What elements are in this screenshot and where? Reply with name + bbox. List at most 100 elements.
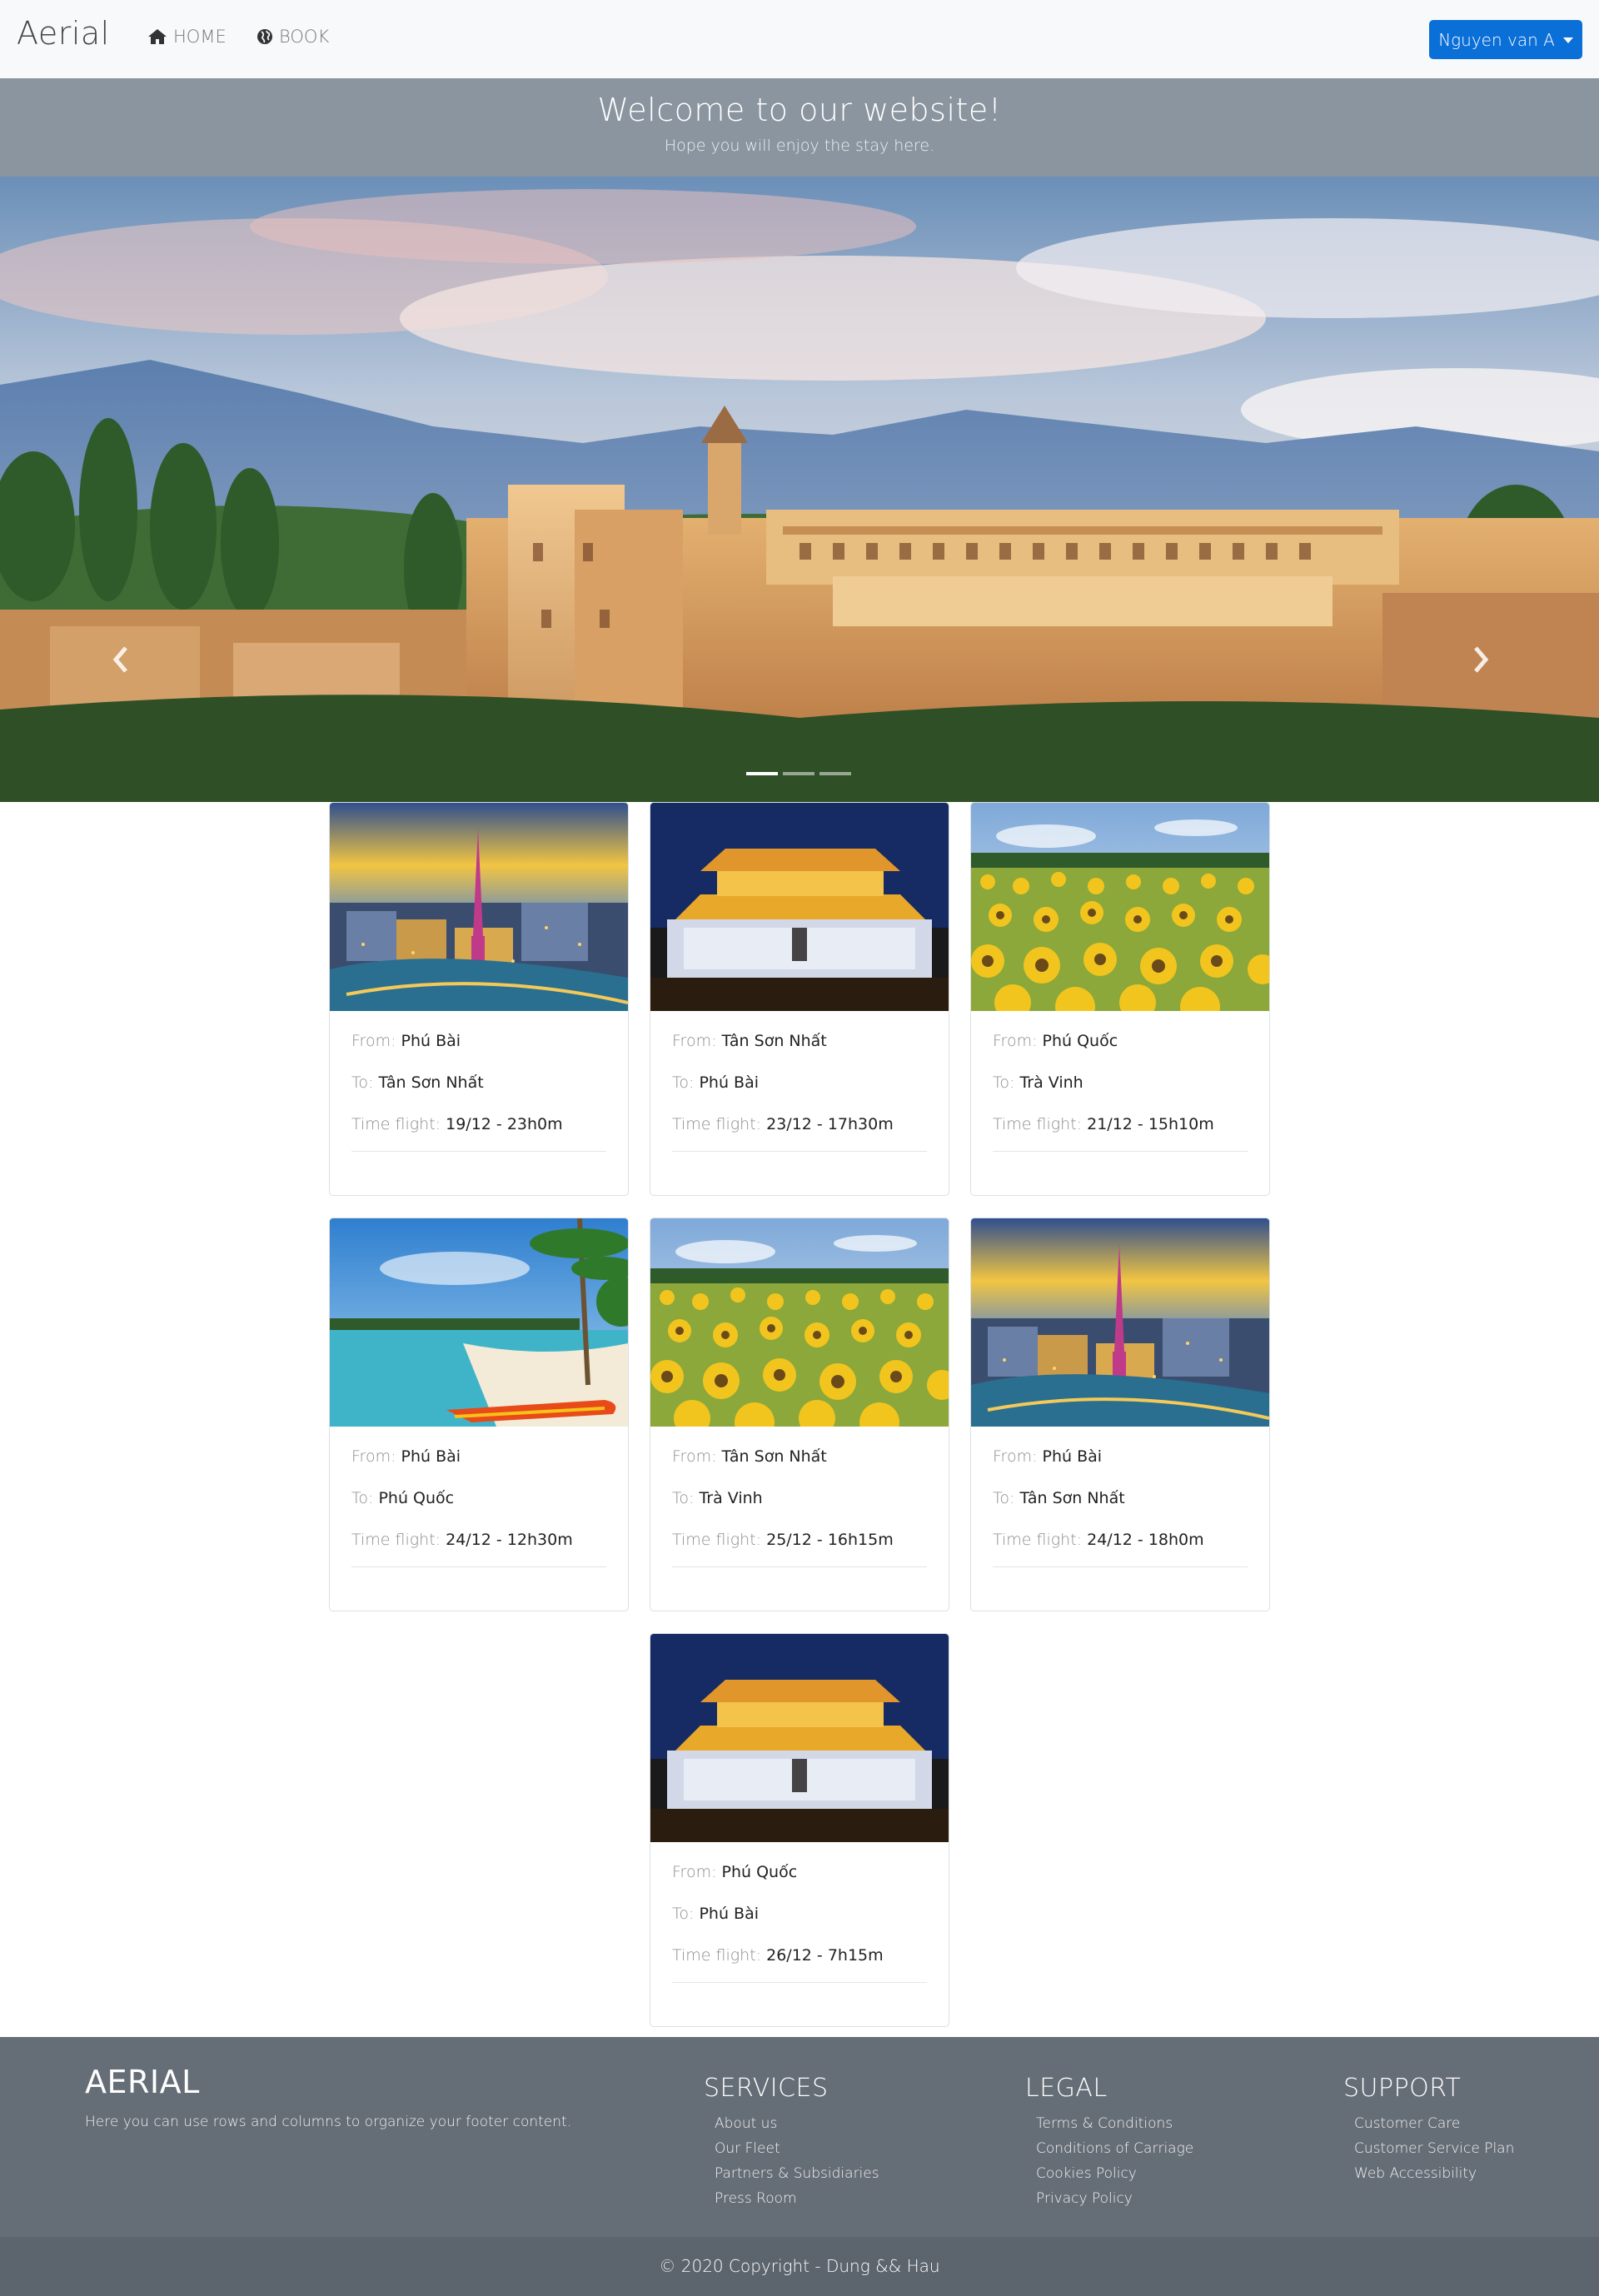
footer-support: SUPPORT Customer Care Customer Service P… xyxy=(1343,2074,1514,2186)
carousel-next-icon[interactable] xyxy=(1467,643,1492,676)
flight-to: To: Phú Bài xyxy=(672,1904,927,1924)
footer-services-title: SERVICES xyxy=(704,2074,829,2103)
flight-card[interactable]: From: Phú Bài To: Phú Quốc Time flight: 24… xyxy=(329,1218,629,1611)
to-value: Trà Vinh xyxy=(699,1489,763,1507)
hero-carousel[interactable] xyxy=(0,177,1599,802)
to-label: To: xyxy=(993,1073,1020,1092)
from-label: From: xyxy=(672,1447,722,1466)
footer-link[interactable]: Cookies Policy xyxy=(1036,2161,1193,2186)
time-value: 23/12 - 17h30m xyxy=(766,1115,894,1133)
footer-link[interactable]: Web Accessibility xyxy=(1354,2161,1514,2186)
time-value: 24/12 - 18h0m xyxy=(1087,1531,1204,1549)
flight-time: Time flight: 24/12 - 18h0m xyxy=(993,1530,1248,1550)
footer-description: Here you can use rows and columns to org… xyxy=(85,2114,572,2130)
card-divider xyxy=(993,1151,1248,1152)
flight-to: To: Trà Vinh xyxy=(993,1073,1248,1093)
footer-legal: LEGAL Terms & Conditions Conditions of C… xyxy=(1025,2074,1193,2211)
user-dropdown-button[interactable]: Nguyen van A xyxy=(1429,20,1582,59)
card-divider xyxy=(993,1566,1248,1567)
from-value: Phú Bài xyxy=(401,1032,461,1050)
from-label: From: xyxy=(672,1863,722,1881)
to-value: Phú Bài xyxy=(699,1905,759,1923)
footer-link[interactable]: Terms & Conditions xyxy=(1036,2111,1193,2136)
flight-from: From: Phú Quốc xyxy=(993,1031,1248,1051)
nav-book-link[interactable]: BOOK xyxy=(257,27,329,47)
footer-link[interactable]: Privacy Policy xyxy=(1036,2186,1193,2211)
footer: AERIAL Here you can use rows and columns… xyxy=(0,2037,1599,2237)
footer-link[interactable]: Customer Care xyxy=(1354,2111,1514,2136)
from-label: From: xyxy=(672,1032,722,1050)
card-divider xyxy=(672,1566,927,1567)
globe-icon xyxy=(257,29,272,44)
nav-home-link[interactable]: HOME xyxy=(147,27,227,47)
flight-card-image xyxy=(971,803,1269,1011)
home-icon xyxy=(148,29,167,44)
from-label: From: xyxy=(351,1447,401,1466)
flight-from: From: Phú Bài xyxy=(993,1447,1248,1467)
footer-link[interactable]: About us xyxy=(715,2111,879,2136)
footer-link[interactable]: Press Room xyxy=(715,2186,879,2211)
card-divider xyxy=(672,1151,927,1152)
flight-card[interactable]: From: Phú Quốc To: Phú Bài Time flight: 26… xyxy=(650,1633,949,2027)
nav-home-label: HOME xyxy=(173,27,227,47)
time-label: Time flight: xyxy=(993,1115,1088,1133)
carousel-indicator[interactable] xyxy=(783,772,814,775)
from-value: Phú Bài xyxy=(401,1447,461,1466)
from-value: Phú Bài xyxy=(1042,1447,1103,1466)
flight-card-body: From: Phú Bài To: Tân Sơn Nhất Time flight… xyxy=(330,1011,628,1152)
flight-card-body: From: Phú Quốc To: Trà Vinh Time flight: 2… xyxy=(971,1011,1269,1152)
flight-from: From: Phú Bài xyxy=(351,1447,606,1467)
footer-link[interactable]: Our Fleet xyxy=(715,2136,879,2161)
flight-card[interactable]: From: Tân Sơn Nhất To: Trà Vinh Time fligh… xyxy=(650,1218,949,1611)
flight-to: To: Phú Bài xyxy=(672,1073,927,1093)
to-value: Phú Bài xyxy=(699,1073,759,1092)
flight-from: From: Phú Bài xyxy=(351,1031,606,1051)
flight-from: From: Tân Sơn Nhất xyxy=(672,1447,927,1467)
flight-to: To: Tân Sơn Nhất xyxy=(351,1073,606,1093)
nav-book-label: BOOK xyxy=(279,27,330,47)
time-label: Time flight: xyxy=(672,1531,767,1549)
time-label: Time flight: xyxy=(993,1531,1088,1549)
flight-card-body: From: Tân Sơn Nhất To: Trà Vinh Time fligh… xyxy=(650,1427,949,1567)
carousel-prev-icon[interactable] xyxy=(109,643,134,676)
to-label: To: xyxy=(672,1073,700,1092)
flight-card-body: From: Phú Bài To: Phú Quốc Time flight: 24… xyxy=(330,1427,628,1567)
flight-card-image xyxy=(650,1634,949,1842)
flight-card[interactable]: From: Phú Bài To: Tân Sơn Nhất Time flight… xyxy=(329,802,629,1196)
flight-time: Time flight: 26/12 - 7h15m xyxy=(672,1945,927,1965)
brand-logo[interactable]: Aerial xyxy=(17,15,110,52)
copyright-bar: © 2020 Copyright - Dung && Hau xyxy=(0,2237,1599,2296)
welcome-subtitle: Hope you will enjoy the stay here. xyxy=(664,137,935,155)
flight-card-image xyxy=(330,803,628,1011)
to-value: Tân Sơn Nhất xyxy=(378,1073,484,1092)
to-label: To: xyxy=(351,1073,379,1092)
time-value: 24/12 - 12h30m xyxy=(446,1531,573,1549)
from-value: Tân Sơn Nhất xyxy=(721,1447,827,1466)
flight-time: Time flight: 23/12 - 17h30m xyxy=(672,1114,927,1134)
carousel-indicator[interactable] xyxy=(746,772,778,775)
time-value: 25/12 - 16h15m xyxy=(766,1531,894,1549)
to-label: To: xyxy=(672,1905,700,1923)
flight-card[interactable]: From: Phú Quốc To: Trà Vinh Time flight: 2… xyxy=(970,802,1270,1196)
footer-link[interactable]: Partners & Subsidiaries xyxy=(715,2161,879,2186)
card-divider xyxy=(672,1982,927,1983)
footer-link[interactable]: Customer Service Plan xyxy=(1354,2136,1514,2161)
footer-services: SERVICES About us Our Fleet Partners & S… xyxy=(704,2074,879,2211)
carousel-indicators xyxy=(746,772,851,775)
flight-to: To: Phú Quốc xyxy=(351,1488,606,1508)
flight-card[interactable]: From: Tân Sơn Nhất To: Phú Bài Time flight… xyxy=(650,802,949,1196)
footer-brand: AERIAL xyxy=(85,2064,200,2100)
to-value: Tân Sơn Nhất xyxy=(1019,1489,1125,1507)
to-label: To: xyxy=(351,1489,379,1507)
footer-link[interactable]: Conditions of Carriage xyxy=(1036,2136,1193,2161)
flight-card-body: From: Phú Bài To: Tân Sơn Nhất Time flight… xyxy=(971,1427,1269,1567)
card-divider xyxy=(351,1566,606,1567)
chevron-down-icon xyxy=(1562,37,1573,43)
flight-from: From: Phú Quốc xyxy=(672,1862,927,1882)
carousel-indicator[interactable] xyxy=(819,772,851,775)
navbar: Aerial HOME BOOK Nguyen van A xyxy=(0,0,1599,78)
flight-card-image xyxy=(650,1218,949,1427)
flight-card[interactable]: From: Phú Bài To: Tân Sơn Nhất Time flight… xyxy=(970,1218,1270,1611)
user-name-label: Nguyen van A xyxy=(1438,29,1555,50)
flight-from: From: Tân Sơn Nhất xyxy=(672,1031,927,1051)
